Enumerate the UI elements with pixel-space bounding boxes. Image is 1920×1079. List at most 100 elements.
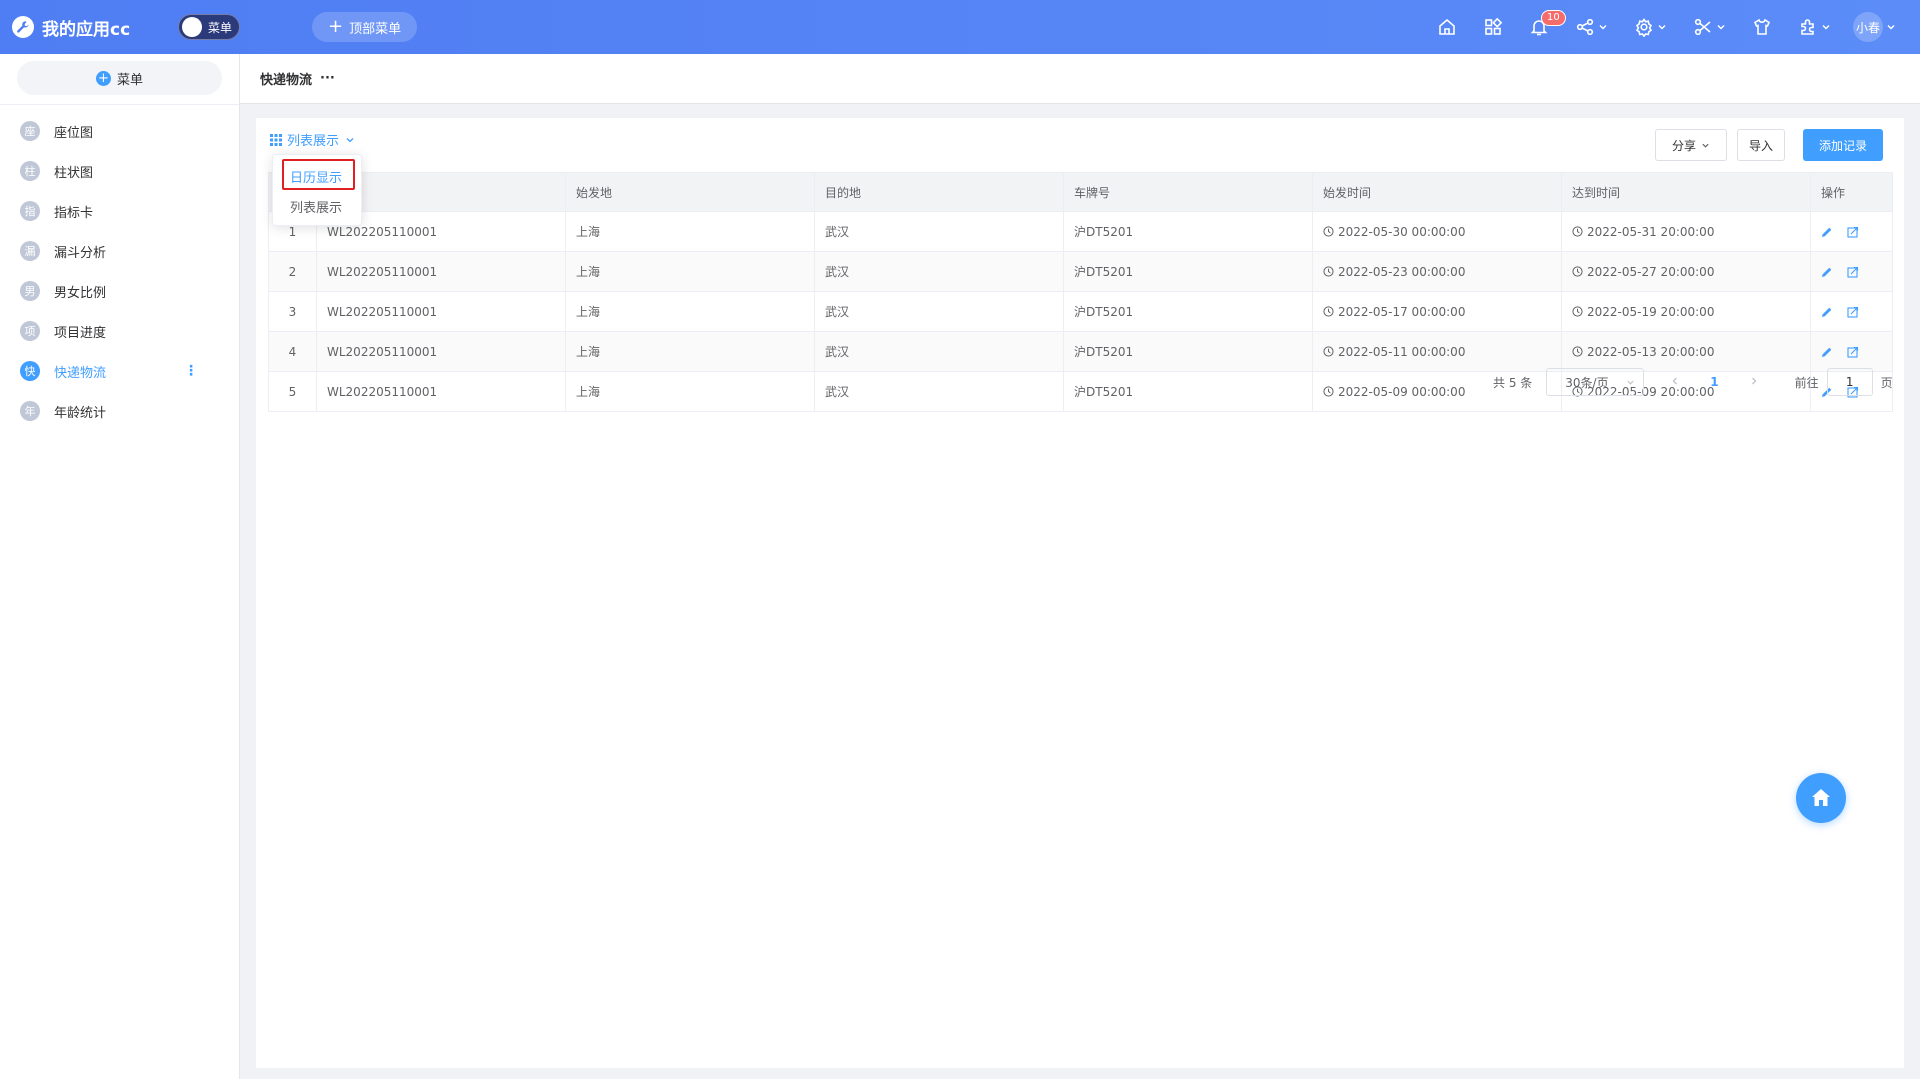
start-time-value: 2022-05-17 00:00:00 bbox=[1338, 304, 1466, 319]
edit-icon[interactable] bbox=[1821, 346, 1833, 358]
import-button[interactable]: 导入 bbox=[1737, 129, 1785, 161]
home-icon bbox=[1812, 789, 1830, 806]
sidebar-item-funnel[interactable]: 漏 漏斗分析 bbox=[0, 231, 239, 271]
tools-icon[interactable] bbox=[1693, 12, 1726, 42]
chevron-down-icon bbox=[346, 137, 354, 142]
waybill-no: WL202205110001 bbox=[317, 332, 566, 371]
detail-icon[interactable] bbox=[1847, 226, 1859, 238]
edit-icon[interactable] bbox=[1821, 266, 1833, 278]
apps-grid-icon[interactable] bbox=[1483, 12, 1503, 42]
clock-icon bbox=[1323, 306, 1334, 317]
menu-toggle-switch[interactable]: 菜单 bbox=[178, 14, 240, 40]
share-icon[interactable] bbox=[1575, 12, 1608, 42]
clock-icon bbox=[1572, 306, 1583, 317]
brand[interactable]: 我的应用cc bbox=[12, 15, 162, 40]
dropdown-option-list[interactable]: 列表展示 bbox=[273, 191, 361, 221]
row-index: 3 bbox=[269, 292, 317, 331]
app-title: 我的应用cc bbox=[42, 19, 131, 40]
destination: 武汉 bbox=[815, 372, 1064, 411]
grid-icon bbox=[270, 133, 282, 146]
sidebar-item-express-logistics[interactable]: 快 快递物流 ⋮ bbox=[0, 351, 239, 391]
sidebar-item-age-stats[interactable]: 年 年龄统计 bbox=[0, 391, 239, 431]
row-actions bbox=[1811, 252, 1892, 291]
page-title: 快递物流 bbox=[260, 73, 313, 88]
switch-knob bbox=[182, 17, 202, 37]
waybill-no: WL202205110001 bbox=[317, 292, 566, 331]
table-row[interactable]: 2 WL202205110001 上海 武汉 沪DT5201 2022-05-23 00:… bbox=[269, 251, 1892, 291]
header-actions: 10 小春 bbox=[1411, 10, 1896, 42]
more-vertical-icon[interactable]: ⋮ bbox=[184, 363, 198, 379]
arrival-time-value: 2022-05-27 20:00:00 bbox=[1587, 264, 1715, 279]
sidebar-item-label: 漏斗分析 bbox=[54, 245, 107, 261]
top-menu-button[interactable]: + 顶部菜单 bbox=[312, 12, 418, 42]
row-actions bbox=[1811, 292, 1892, 331]
start-time: 2022-05-11 00:00:00 bbox=[1313, 332, 1562, 371]
plugin-icon[interactable] bbox=[1798, 12, 1831, 42]
sidebar-item-seat-map[interactable]: 座 座位图 bbox=[0, 111, 239, 151]
share-button-label: 分享 bbox=[1671, 138, 1696, 153]
edit-icon[interactable] bbox=[1821, 306, 1833, 318]
plus-icon: + bbox=[328, 16, 344, 37]
view-switch[interactable]: 列表展示 bbox=[270, 130, 355, 149]
page-unit-label: 页 bbox=[1880, 375, 1893, 390]
notification-bell-icon[interactable]: 10 bbox=[1529, 10, 1566, 42]
detail-icon[interactable] bbox=[1847, 266, 1859, 278]
add-record-button[interactable]: 添加记录 bbox=[1803, 129, 1883, 161]
avatar: 小春 bbox=[1853, 12, 1883, 42]
sidebar-item-bar-chart[interactable]: 柱 柱状图 bbox=[0, 151, 239, 191]
bar-chart-icon: 柱 bbox=[20, 161, 40, 181]
table-row[interactable]: 3 WL202205110001 上海 武汉 沪DT5201 2022-05-17 00:… bbox=[269, 291, 1892, 331]
page-size-value: 30条/页 bbox=[1565, 375, 1609, 390]
destination: 武汉 bbox=[815, 212, 1064, 251]
project-progress-icon: 项 bbox=[20, 321, 40, 341]
clock-icon bbox=[1323, 386, 1334, 397]
page-size-select[interactable]: 30条/页 bbox=[1546, 368, 1645, 396]
floating-home-button[interactable] bbox=[1796, 773, 1846, 823]
header-cell[interactable]: 车牌号 bbox=[1064, 173, 1313, 211]
next-page-button[interactable] bbox=[1749, 375, 1759, 389]
seat-map-icon: 座 bbox=[20, 121, 40, 141]
table-row[interactable]: 1 WL202205110001 上海 武汉 沪DT5201 2022-05-30 00:… bbox=[269, 211, 1892, 251]
row-actions bbox=[1811, 212, 1892, 251]
header-cell[interactable]: 达到时间 bbox=[1562, 173, 1811, 211]
prev-page-button[interactable] bbox=[1670, 375, 1680, 389]
start-time: 2022-05-30 00:00:00 bbox=[1313, 212, 1562, 251]
page-number[interactable]: 1 bbox=[1710, 375, 1718, 389]
theme-shirt-icon[interactable] bbox=[1752, 12, 1772, 42]
wrench-logo-icon bbox=[12, 16, 34, 38]
sidebar-item-label: 男女比例 bbox=[54, 285, 107, 301]
header-cell[interactable]: 目的地 bbox=[815, 173, 1064, 211]
gender-ratio-icon: 男 bbox=[20, 281, 40, 301]
user-menu[interactable]: 小春 bbox=[1853, 12, 1896, 42]
header-cell[interactable]: 始发时间 bbox=[1313, 173, 1562, 211]
detail-icon[interactable] bbox=[1847, 306, 1859, 318]
share-button[interactable]: 分享 bbox=[1655, 129, 1727, 161]
detail-icon[interactable] bbox=[1847, 346, 1859, 358]
home-icon[interactable] bbox=[1437, 12, 1457, 42]
sidebar-item-label: 快递物流 bbox=[54, 365, 107, 381]
edit-icon[interactable] bbox=[1821, 226, 1833, 238]
header-cell: 操作 bbox=[1821, 185, 1846, 200]
plate-no: 沪DT5201 bbox=[1064, 212, 1313, 251]
start-time-value: 2022-05-30 00:00:00 bbox=[1338, 224, 1466, 239]
sidebar-item-gender-ratio[interactable]: 男 男女比例 bbox=[0, 271, 239, 311]
row-index: 4 bbox=[269, 332, 317, 371]
page-more-button[interactable]: ··· bbox=[320, 71, 335, 86]
menu-toggle-label: 菜单 bbox=[208, 20, 233, 35]
origin: 上海 bbox=[566, 212, 815, 251]
highlight-box bbox=[282, 159, 355, 190]
age-stats-icon: 年 bbox=[20, 401, 40, 421]
view-switch-label: 列表展示 bbox=[287, 134, 340, 149]
breadcrumb: 快递物流 ··· bbox=[240, 54, 1920, 104]
sidebar-menu-label: 菜单 bbox=[116, 72, 143, 88]
sidebar-add-menu-button[interactable]: + 菜单 bbox=[17, 61, 222, 95]
header-cell[interactable]: 始发地 bbox=[566, 173, 815, 211]
table-row[interactable]: 4 WL202205110001 上海 武汉 沪DT5201 2022-05-11 00:… bbox=[269, 331, 1892, 371]
origin: 上海 bbox=[566, 252, 815, 291]
goto-page-input[interactable]: 1 bbox=[1826, 368, 1873, 396]
sidebar-item-kpi-card[interactable]: 指 指标卡 bbox=[0, 191, 239, 231]
sidebar-item-project-progress[interactable]: 项 项目进度 bbox=[0, 311, 239, 351]
chevron-left-icon bbox=[1672, 377, 1678, 385]
settings-gear-icon[interactable] bbox=[1634, 12, 1667, 42]
sidebar-item-label: 年龄统计 bbox=[54, 405, 107, 421]
